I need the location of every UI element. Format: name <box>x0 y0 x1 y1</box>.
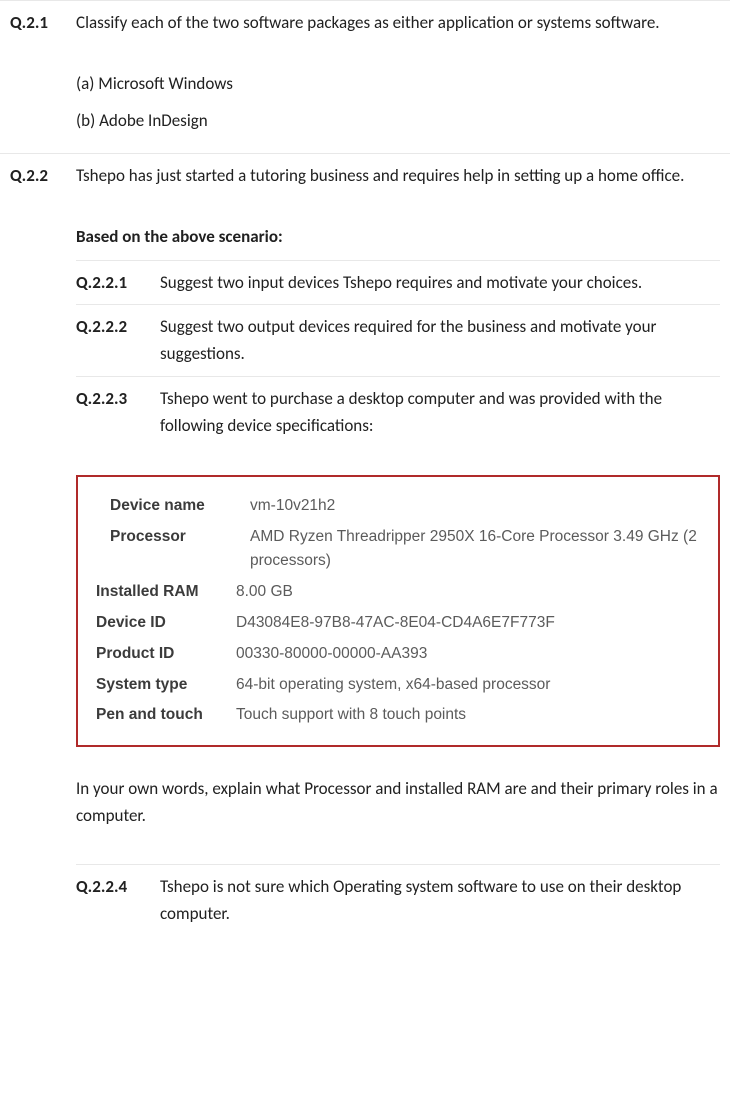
subquestion-row: Q.2.2.2 Suggest two output devices requi… <box>76 304 720 375</box>
option-b: (b) Adobe InDesign <box>76 107 720 134</box>
spec-label: Installed RAM <box>96 580 236 605</box>
spec-row: Processor AMD Ryzen Threadripper 2950X 1… <box>110 522 700 578</box>
question-text: Tshepo has just started a tutoring busin… <box>76 162 720 189</box>
option-a: (a) Microsoft Windows <box>76 70 720 97</box>
spec-row: Installed RAM 8.00 GB <box>96 577 700 608</box>
spec-label: Product ID <box>96 642 236 667</box>
spec-value: vm-10v21h2 <box>250 494 700 519</box>
spec-value: 00330-80000-00000-AA393 <box>236 642 700 667</box>
spec-label: Device name <box>110 494 250 519</box>
subquestion-number: Q.2.2.4 <box>76 873 160 900</box>
spacer <box>76 46 720 70</box>
spec-value: 8.00 GB <box>236 580 700 605</box>
spec-value: D43084E8-97B8-47AC-8E04-CD4A6E7F773F <box>236 611 700 636</box>
subquestion-text: Suggest two input devices Tshepo require… <box>160 269 720 296</box>
spec-row: Device ID D43084E8-97B8-47AC-8E04-CD4A6E… <box>96 608 700 639</box>
subquestion-row: Q.2.2.1 Suggest two input devices Tshepo… <box>76 260 720 304</box>
spec-label: System type <box>96 673 236 698</box>
question-row: Q.2.1 Classify each of the two software … <box>0 0 730 153</box>
spec-label: Device ID <box>96 611 236 636</box>
spec-row: Pen and touch Touch support with 8 touch… <box>96 700 700 731</box>
subquestion-number: Q.2.2.2 <box>76 313 160 340</box>
question-number: Q.2.2 <box>4 162 76 189</box>
question-body: Tshepo has just started a tutoring busin… <box>76 162 726 935</box>
spec-value: AMD Ryzen Threadripper 2950X 16-Core Pro… <box>250 525 700 575</box>
scenario-heading: Based on the above scenario: <box>76 223 720 250</box>
question-body: Classify each of the two software packag… <box>76 9 726 145</box>
spec-value: 64-bit operating system, x64-based proce… <box>236 673 700 698</box>
question-text: Classify each of the two software packag… <box>76 9 720 36</box>
device-spec-box: Device name vm-10v21h2 Processor AMD Ryz… <box>76 475 720 747</box>
subquestion-text: Suggest two output devices required for … <box>160 313 720 367</box>
subquestion-row: Q.2.2.3 Tshepo went to purchase a deskto… <box>76 376 720 447</box>
spec-label: Processor <box>110 525 250 575</box>
spec-row: System type 64-bit operating system, x64… <box>96 670 700 701</box>
spec-indent-group: Device name vm-10v21h2 Processor AMD Ryz… <box>96 491 700 577</box>
question-number: Q.2.1 <box>4 9 76 36</box>
question-row: Q.2.2 Tshepo has just started a tutoring… <box>0 153 730 943</box>
spec-row: Device name vm-10v21h2 <box>110 491 700 522</box>
subquestion-text: Tshepo went to purchase a desktop comput… <box>160 385 720 439</box>
subquestion-text: Tshepo is not sure which Operating syste… <box>160 873 720 927</box>
subquestion-row: Q.2.2.4 Tshepo is not sure which Operati… <box>76 864 720 935</box>
followup-text: In your own words, explain what Processo… <box>76 775 720 829</box>
subquestion-number: Q.2.2.1 <box>76 269 160 296</box>
subquestion-number: Q.2.2.3 <box>76 385 160 412</box>
spec-label: Pen and touch <box>96 703 236 728</box>
spec-row: Product ID 00330-80000-00000-AA393 <box>96 639 700 670</box>
spacer <box>76 199 720 223</box>
spec-value: Touch support with 8 touch points <box>236 703 700 728</box>
spacer <box>76 840 720 864</box>
